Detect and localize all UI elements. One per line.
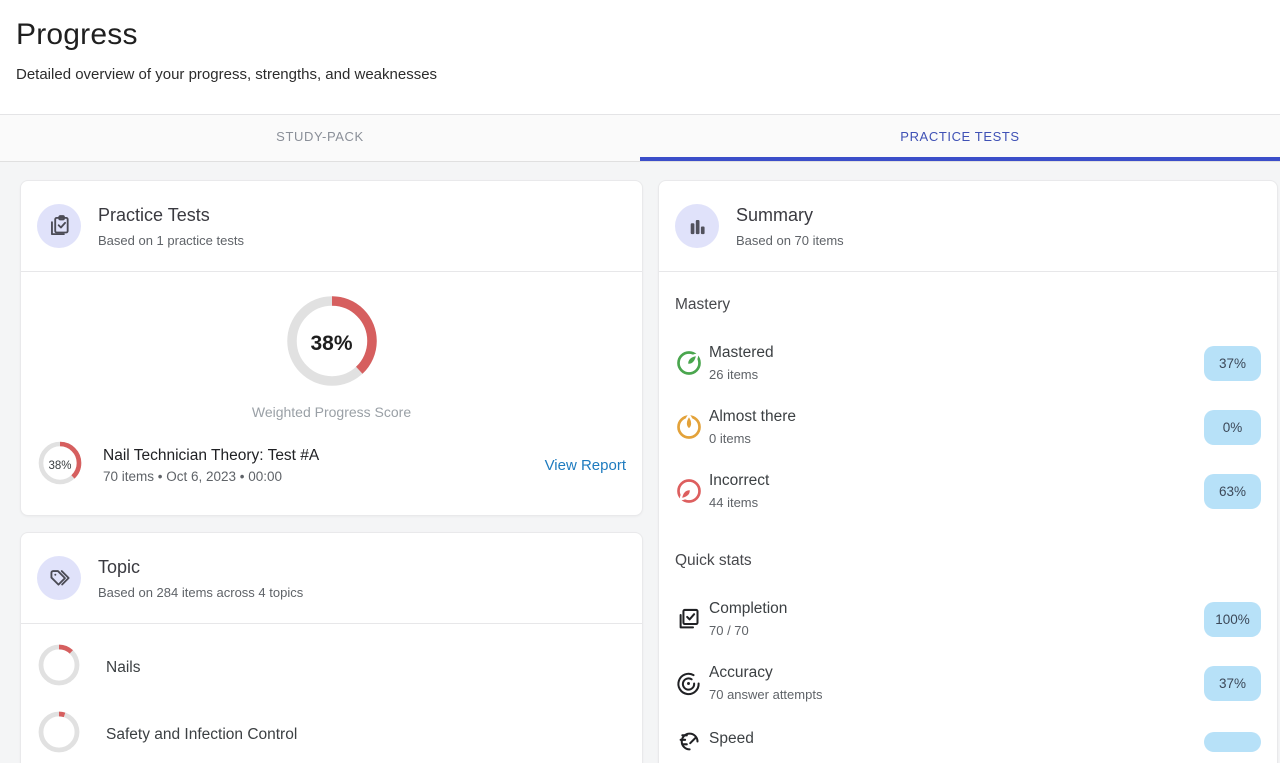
page-subtitle: Detailed overview of your progress, stre… [16,66,1264,83]
topic-donut-chart [37,643,81,692]
card-subtitle: Based on 284 items across 4 topics [98,585,303,600]
test-donut-value: 38% [37,440,83,491]
content-area: Practice Tests Based on 1 practice tests… [0,162,1280,763]
summary-card-titles: Summary Based on 70 items [736,205,844,248]
stat-text: Incorrect 44 items [709,472,1204,510]
stat-text: Accuracy 70 answer attempts [709,664,1204,702]
quick-stats-row-completion: Completion 70 / 70 100% [675,600,1261,638]
summary-card: Summary Based on 70 items Mastery Master [658,180,1278,763]
stat-label: Incorrect [709,472,1204,490]
topic-card-titles: Topic Based on 284 items across 4 topics [98,557,303,600]
practice-tests-card-header: Practice Tests Based on 1 practice tests [21,181,642,271]
page-title: Progress [16,18,1264,52]
topic-card: Topic Based on 284 items across 4 topics… [20,532,643,763]
topic-row: Nails [37,634,626,701]
stat-text: Mastered 26 items [709,344,1204,382]
stat-label: Almost there [709,408,1204,426]
quick-stats-row-speed: Speed [675,728,1261,755]
card-title: Summary [736,205,844,226]
stat-sub: 70 answer attempts [709,687,1204,702]
stat-label: Completion [709,600,1204,618]
mastery-row-incorrect: Incorrect 44 items 63% [675,472,1261,510]
stat-label: Accuracy [709,664,1204,682]
practice-tests-card-titles: Practice Tests Based on 1 practice tests [98,205,244,248]
topic-donut-chart [37,710,81,759]
gauge-red-icon [675,477,709,505]
right-column: Summary Based on 70 items Mastery Master [658,180,1278,763]
test-meta: 70 items • Oct 6, 2023 • 00:00 [103,469,525,484]
tabbar: STUDY-PACK PRACTICE TESTS [0,115,1280,162]
card-subtitle: Based on 70 items [736,233,844,248]
stat-label: Mastered [709,344,1204,362]
progress-donut-caption: Weighted Progress Score [37,404,626,420]
stat-badge [1204,732,1261,752]
stat-sub: 70 / 70 [709,623,1204,638]
stat-badge: 37% [1204,666,1261,701]
gauge-green-icon [675,349,709,377]
stat-badge: 0% [1204,410,1261,445]
stat-sub: 44 items [709,495,1204,510]
stat-badge: 63% [1204,474,1261,509]
stat-badge: 100% [1204,602,1261,637]
mastery-row-almost-there: Almost there 0 items 0% [675,408,1261,446]
test-donut-chart: 38% [37,440,83,491]
topic-name: Safety and Infection Control [106,726,297,744]
bar-chart-icon [675,204,719,248]
test-info: Nail Technician Theory: Test #A 70 items… [103,447,525,484]
topic-name: Nails [106,659,140,677]
tab-study-pack[interactable]: STUDY-PACK [0,115,640,161]
clipboard-check-icon [37,204,81,248]
stat-sub: 0 items [709,431,1204,446]
gauge-orange-icon [675,413,709,441]
speedometer-icon [675,728,709,755]
quick-stats-heading: Quick stats [675,552,1261,570]
stat-badge: 37% [1204,346,1261,381]
stat-text: Almost there 0 items [709,408,1204,446]
page-header: Progress Detailed overview of your progr… [0,0,1280,115]
topic-list: Nails Safety and Infection Control [21,624,642,763]
card-subtitle: Based on 1 practice tests [98,233,244,248]
mastery-heading: Mastery [675,296,1261,314]
card-title: Topic [98,557,303,578]
test-name: Nail Technician Theory: Test #A [103,447,525,465]
tab-practice-tests[interactable]: PRACTICE TESTS [640,115,1280,161]
view-report-link[interactable]: View Report [545,457,626,474]
left-column: Practice Tests Based on 1 practice tests… [20,180,643,763]
tags-icon [37,556,81,600]
topic-card-header: Topic Based on 284 items across 4 topics [21,533,642,623]
topic-row: Safety and Infection Control [37,701,626,763]
stat-text: Completion 70 / 70 [709,600,1204,638]
stat-text: Speed [709,730,1204,753]
progress-donut-chart: 38% [283,292,381,395]
progress-donut-value: 38% [283,292,381,395]
mastery-section: Mastery Mastered 26 items 37% [659,272,1277,755]
target-spiral-icon [675,670,709,697]
stat-label: Speed [709,730,1204,748]
quick-stats-row-accuracy: Accuracy 70 answer attempts 37% [675,664,1261,702]
checkbox-check-icon [675,606,709,633]
mastery-row-mastered: Mastered 26 items 37% [675,344,1261,382]
weighted-progress-block: 38% Weighted Progress Score [21,272,642,424]
practice-test-row: 38% Nail Technician Theory: Test #A 70 i… [21,424,642,515]
card-title: Practice Tests [98,205,244,226]
practice-tests-card: Practice Tests Based on 1 practice tests… [20,180,643,516]
summary-card-header: Summary Based on 70 items [659,181,1277,271]
stat-sub: 26 items [709,367,1204,382]
